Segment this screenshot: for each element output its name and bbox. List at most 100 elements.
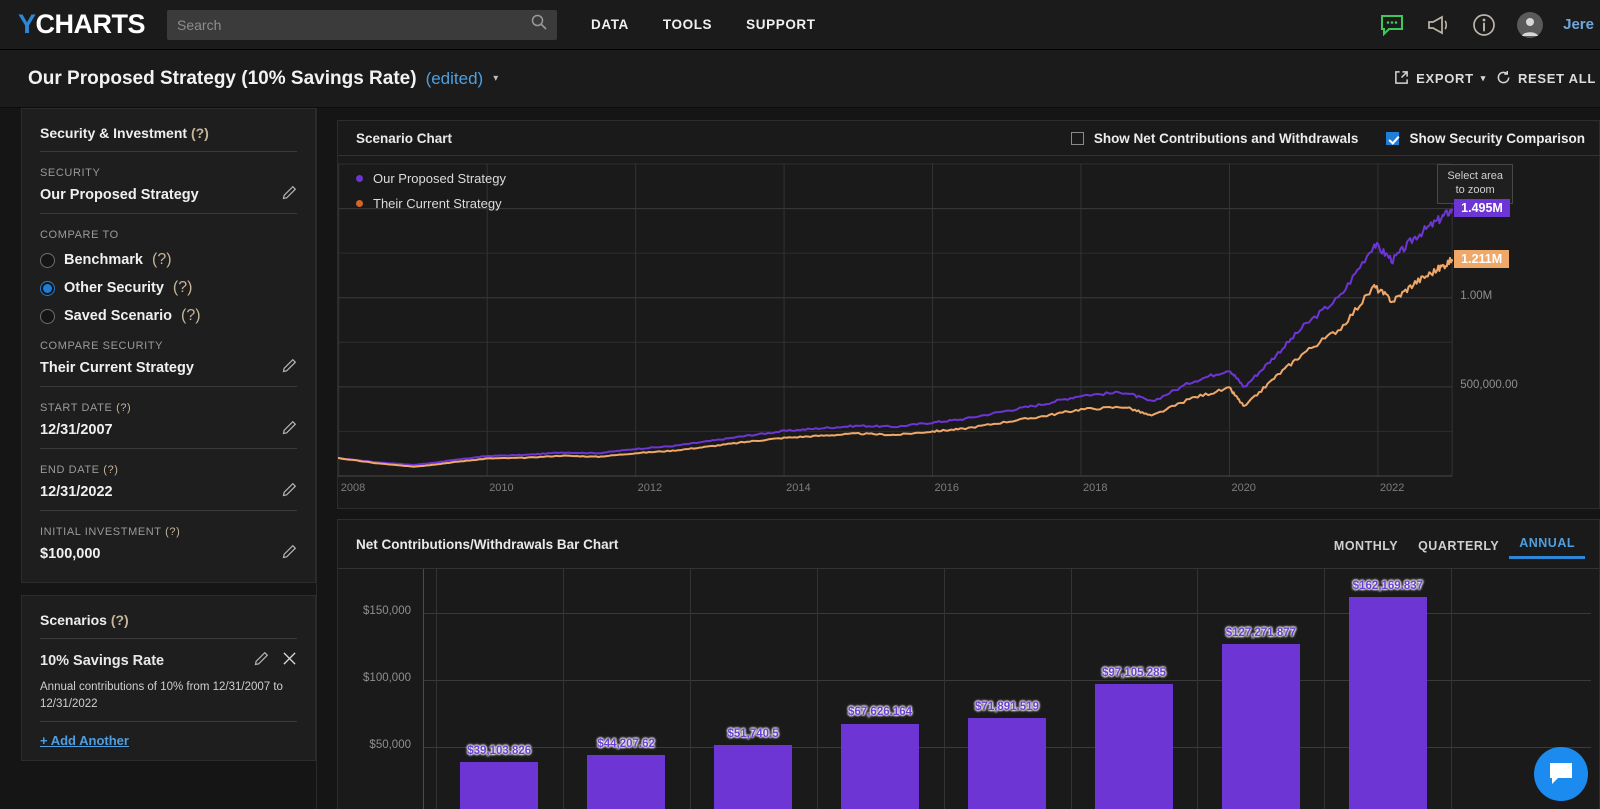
legend-item-proposed[interactable]: Our Proposed Strategy: [356, 171, 506, 186]
x-axis-tick-label: 2016: [934, 482, 960, 494]
search-input[interactable]: [177, 16, 532, 33]
tab-quarterly[interactable]: QUARTERLY: [1408, 533, 1509, 559]
close-icon[interactable]: [282, 651, 297, 671]
top-nav-icon-group: Jere: [1379, 11, 1600, 38]
info-icon[interactable]: [1471, 12, 1497, 38]
search-box[interactable]: [167, 9, 558, 40]
checkbox-show-net-contributions[interactable]: Show Net Contributions and Withdrawals: [1070, 131, 1358, 146]
gridline: [1324, 569, 1326, 809]
edit-pencil-icon[interactable]: [282, 544, 297, 564]
series-value-label-current: 1.211M: [1454, 250, 1510, 269]
radio-benchmark[interactable]: [40, 252, 55, 268]
bar-chart-plot[interactable]: $50,000 $100,000 $150,000 $39,103.826 $44,20…: [338, 569, 1599, 809]
gridline: [435, 569, 437, 809]
bar[interactable]: [586, 754, 666, 809]
start-date-row[interactable]: 12/31/2007: [40, 414, 297, 449]
zoom-hint-tooltip: Select area to zoom: [1437, 164, 1513, 204]
edit-pencil-icon[interactable]: [254, 651, 269, 671]
edit-pencil-icon[interactable]: [282, 420, 297, 440]
tab-annual[interactable]: ANNUAL: [1509, 530, 1585, 559]
help-icon[interactable]: (?): [116, 402, 131, 414]
chart-legend: Our Proposed Strategy Their Current Stra…: [356, 171, 506, 221]
add-another-link[interactable]: + Add Another: [40, 733, 129, 748]
tab-monthly[interactable]: MONTHLY: [1324, 533, 1408, 559]
chat-support-button[interactable]: [1534, 747, 1588, 801]
edit-pencil-icon[interactable]: [282, 185, 297, 205]
top-navigation-bar: YCHARTS DATA TOOLS SUPPORT Jere: [0, 0, 1600, 50]
checkbox-show-security-comparison[interactable]: Show Security Comparison: [1386, 131, 1585, 146]
compare-security-label: COMPARE SECURITY: [40, 340, 164, 352]
page-title: Our Proposed Strategy (10% Savings Rate): [28, 67, 417, 89]
bar-data-label: $162,169.837: [1352, 579, 1424, 592]
checkbox-box[interactable]: [1386, 132, 1400, 145]
help-icon[interactable]: (?): [103, 464, 118, 476]
edit-pencil-icon[interactable]: [282, 358, 297, 378]
help-icon[interactable]: (?): [111, 612, 129, 628]
bar-data-label: $44,207.62: [597, 737, 655, 750]
x-axis-tick-label: 2014: [786, 482, 811, 494]
bar[interactable]: [1221, 643, 1301, 809]
bar[interactable]: [967, 717, 1047, 809]
scenario-line-chart[interactable]: Our Proposed Strategy Their Current Stra…: [338, 156, 1599, 508]
scenarios-heading: Scenarios (?): [40, 596, 297, 639]
initial-investment-value: $100,000: [40, 546, 101, 562]
username-label[interactable]: Jere: [1563, 16, 1594, 33]
zoom-hint-line1: Select area: [1447, 170, 1503, 182]
bar[interactable]: [713, 744, 793, 809]
avatar-icon[interactable]: [1517, 11, 1544, 38]
bar[interactable]: [1094, 684, 1174, 809]
bar[interactable]: [840, 723, 920, 809]
initial-investment-label: INITIAL INVESTMENT: [40, 526, 162, 538]
bar-y-axis-tick-label: $150,000: [363, 605, 411, 618]
end-date-row[interactable]: 12/31/2022: [40, 476, 297, 511]
ycharts-logo[interactable]: YCHARTS: [18, 9, 146, 40]
bar-chart-card: Net Contributions/Withdrawals Bar Chart …: [337, 519, 1600, 809]
checkbox-box[interactable]: [1070, 132, 1084, 145]
legend-swatch: [356, 200, 363, 207]
nav-item-support[interactable]: SUPPORT: [746, 17, 815, 32]
help-icon[interactable]: (?): [173, 279, 193, 297]
bar[interactable]: [459, 761, 539, 809]
compare-security-row[interactable]: Their Current Strategy: [40, 352, 297, 387]
scenario-item-name: 10% Savings Rate: [40, 653, 165, 669]
gridline: [1197, 569, 1199, 809]
initial-investment-label-row: INITIAL INVESTMENT (?): [40, 526, 297, 538]
nav-item-tools[interactable]: TOOLS: [663, 17, 712, 32]
logo-y: Y: [18, 9, 36, 39]
help-icon[interactable]: (?): [165, 526, 180, 538]
edited-badge[interactable]: (edited): [426, 69, 484, 89]
megaphone-icon[interactable]: [1425, 12, 1451, 38]
compare-option-saved-scenario[interactable]: Saved Scenario (?): [40, 307, 297, 325]
scenarios-heading-text: Scenarios: [40, 612, 107, 628]
security-field-label: SECURITY: [40, 167, 101, 179]
export-button[interactable]: EXPORT ▾: [1394, 70, 1486, 88]
edit-pencil-icon[interactable]: [282, 482, 297, 502]
bar-data-label: $67,626.164: [848, 706, 913, 719]
gridline: [943, 569, 945, 809]
start-date-label: START DATE: [40, 402, 113, 414]
chevron-down-icon[interactable]: ▾: [493, 73, 498, 84]
line-chart-canvas[interactable]: [338, 156, 1599, 508]
radio-saved-scenario[interactable]: [40, 308, 55, 324]
end-date-label-row: END DATE (?): [40, 464, 297, 476]
help-icon[interactable]: (?): [181, 307, 201, 325]
search-icon[interactable]: [531, 14, 547, 35]
reset-all-button[interactable]: RESET ALL: [1496, 70, 1596, 88]
help-icon[interactable]: (?): [191, 125, 209, 141]
chat-icon[interactable]: [1379, 12, 1405, 38]
compare-option-benchmark[interactable]: Benchmark (?): [40, 251, 297, 269]
export-icon: [1394, 70, 1409, 88]
bar[interactable]: [1348, 596, 1428, 809]
chat-bubble-icon: [1550, 763, 1572, 784]
help-icon[interactable]: (?): [152, 251, 172, 269]
security-investment-panel: Security & Investment (?) SECURITY Our P…: [21, 108, 316, 583]
compare-option-other-security[interactable]: Other Security (?): [40, 279, 297, 297]
initial-investment-row[interactable]: $100,000: [40, 538, 297, 572]
nav-item-data[interactable]: DATA: [591, 17, 629, 32]
chevron-down-icon: ▾: [1480, 73, 1486, 83]
end-date-label: END DATE: [40, 464, 100, 476]
scenario-chart-card: Scenario Chart Show Net Contributions an…: [337, 120, 1600, 509]
radio-other-security[interactable]: [40, 280, 55, 296]
legend-item-current[interactable]: Their Current Strategy: [356, 196, 506, 211]
security-field-row[interactable]: Our Proposed Strategy: [40, 179, 297, 214]
